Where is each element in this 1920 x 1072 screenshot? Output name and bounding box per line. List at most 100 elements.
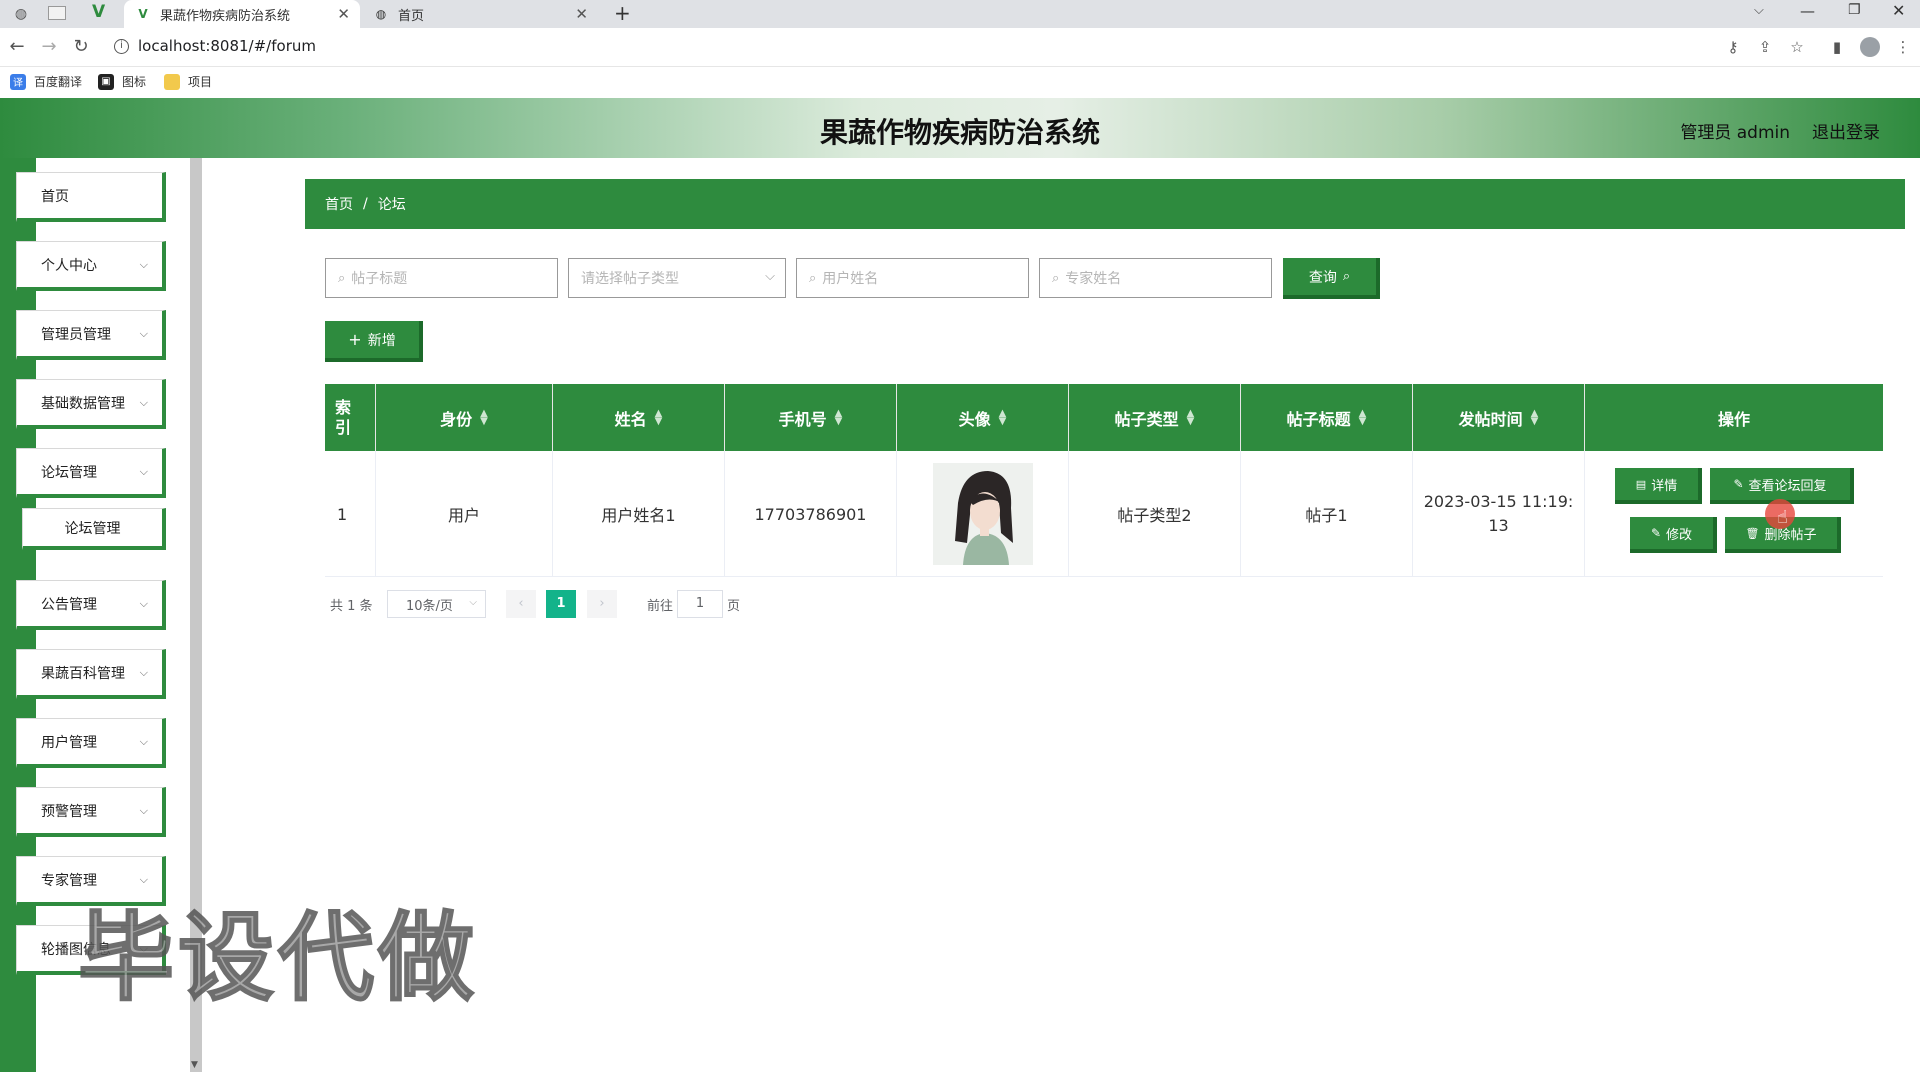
window-icon[interactable] <box>48 6 66 20</box>
header-type[interactable]: 帖子类型 ▲ ▼ <box>1069 384 1241 451</box>
chevron-down-icon: ⌵ <box>139 327 148 340</box>
restore-icon[interactable]: ❐ <box>1848 2 1861 18</box>
breadcrumb-current: 论坛 <box>377 197 406 213</box>
add-button[interactable]: + 新增 <box>325 321 423 362</box>
goto-suffix: 页 <box>727 599 741 614</box>
table-header: 索引 身份 ▲ ▼ 姓名 ▲ ▼ 手机号 ▲ ▼ 头像 ▲ ▼ 帖子类型 ▲ ▼ 帖子标题 ▲ ▼ 发帖… <box>325 384 1883 451</box>
sidebar-item-encyclopedia[interactable]: 果蔬百科管理 ⌵ <box>16 649 166 699</box>
sidebar-item-forum[interactable]: 论坛管理 ⌵ <box>16 448 166 498</box>
chevron-down-icon: ⌵ <box>139 804 148 817</box>
sidebar-item-basedata[interactable]: 基础数据管理 ⌵ <box>16 379 166 429</box>
sidebar-item-notice[interactable]: 公告管理 ⌵ <box>16 580 166 630</box>
sidebar-item-warnings[interactable]: 预警管理 ⌵ <box>16 787 166 837</box>
header-label: 操作 <box>1717 409 1750 429</box>
back-icon[interactable]: ← <box>6 36 28 58</box>
sort-icon[interactable]: ▲ ▼ <box>835 408 843 426</box>
expert-name-input[interactable]: ⌕ 专家姓名 <box>1039 258 1272 298</box>
sort-icon[interactable]: ▲ ▼ <box>999 408 1007 426</box>
header-label: 姓名 <box>614 409 647 429</box>
url-field[interactable]: localhost:8081/#/forum <box>138 37 316 55</box>
bookmark-label: 图标 <box>122 75 147 89</box>
globe-icon[interactable]: ◍ <box>10 3 32 25</box>
header-phone[interactable]: 手机号 ▲ ▼ <box>725 384 897 451</box>
query-button[interactable]: 查询 ⌕ <box>1283 258 1380 299</box>
goto-page-input[interactable]: 1 <box>677 590 723 618</box>
edit-button[interactable]: ✎ 修改 <box>1630 517 1717 553</box>
post-type-select[interactable]: 请选择帖子类型 ⌵ <box>568 258 786 298</box>
sidebar-item-users[interactable]: 用户管理 ⌵ <box>16 718 166 768</box>
sidebar-item-label: 管理员管理 <box>41 326 111 343</box>
info-icon[interactable]: i <box>114 39 129 54</box>
avatar[interactable] <box>932 463 1033 565</box>
minimize-icon[interactable]: — <box>1800 2 1815 20</box>
reload-icon[interactable]: ↻ <box>70 36 92 58</box>
sidebar-item-admins[interactable]: 管理员管理 ⌵ <box>16 310 166 360</box>
header-time[interactable]: 发帖时间 ▲ ▼ <box>1413 384 1585 451</box>
sidebar-item-home[interactable]: 首页 <box>16 172 166 222</box>
chevron-down-icon: ⌵ <box>765 269 775 284</box>
address-bar: ← → ↻ i localhost:8081/#/forum ⚷ ⇪ ☆ ▮ ⋮ <box>0 28 1920 67</box>
page-size-label: 10条/页 <box>406 598 453 614</box>
sort-icon[interactable]: ▲ ▼ <box>480 408 488 426</box>
pagination-total: 共 1 条 <box>330 599 373 614</box>
sidebar-item-profile[interactable]: 个人中心 ⌵ <box>16 241 166 291</box>
chevron-down-icon: ⌵ <box>139 735 148 748</box>
profile-icon[interactable] <box>1860 37 1880 57</box>
tab-active[interactable]: V 果蔬作物疾病防治系统 ✕ <box>124 0 360 28</box>
tab-list-icon[interactable]: ⌵ <box>1754 3 1764 18</box>
tab-home[interactable]: ◍ 首页 ✕ <box>362 0 598 28</box>
trash-icon: 🗑 <box>1745 526 1760 540</box>
sort-icon[interactable]: ▲ ▼ <box>1359 408 1367 426</box>
page-number-current[interactable]: 1 <box>546 590 576 618</box>
bookmark-item[interactable]: ▣ 图标 <box>98 73 146 90</box>
bookmark-item[interactable]: 译 百度翻译 <box>10 73 82 90</box>
sort-icon[interactable]: ▲ ▼ <box>655 408 663 426</box>
key-icon[interactable]: ⚷ <box>1722 36 1744 58</box>
vue-icon[interactable]: V <box>92 2 105 22</box>
header-title[interactable]: 帖子标题 ▲ ▼ <box>1241 384 1413 451</box>
detail-button[interactable]: ▤ 详情 <box>1615 468 1702 504</box>
menu-icon[interactable]: ⋮ <box>1892 36 1914 58</box>
sidebar-subitem-forum[interactable]: 论坛管理 <box>22 508 166 550</box>
chevron-down-icon: ⌵ <box>139 258 148 271</box>
folder-icon <box>164 73 180 90</box>
new-tab-icon[interactable]: + <box>614 1 631 25</box>
sort-icon[interactable]: ▲ ▼ <box>1187 408 1195 426</box>
next-page-button[interactable]: › <box>587 590 617 618</box>
header-label: 帖子类型 <box>1114 409 1179 429</box>
breadcrumb-home[interactable]: 首页 <box>325 194 353 214</box>
vue-tab-icon: V <box>138 7 148 21</box>
scroll-down-icon[interactable]: ▼ <box>191 1060 198 1070</box>
page-size-select[interactable]: 10条/页 ⌵ <box>387 590 486 618</box>
header-label: 头像 <box>958 409 991 429</box>
forward-icon[interactable]: → <box>38 36 60 58</box>
header-label: 帖子标题 <box>1286 409 1351 429</box>
header-name[interactable]: 姓名 ▲ ▼ <box>553 384 725 451</box>
edit-icon: ✎ <box>1733 477 1744 491</box>
sidepanel-icon[interactable]: ▮ <box>1826 36 1848 58</box>
view-reply-label: 查看论坛回复 <box>1748 478 1827 494</box>
search-icon: ⌕ <box>809 270 817 286</box>
close-window-icon[interactable]: ✕ <box>1892 1 1905 20</box>
globe-tab-icon: ◍ <box>375 7 387 21</box>
star-icon[interactable]: ☆ <box>1786 36 1808 58</box>
user-name-input[interactable]: ⌕ 用户姓名 <box>796 258 1029 298</box>
search-icon: ⌕ <box>1052 270 1060 286</box>
cell-actions: ▤ 详情 ✎ 查看论坛回复 ✎ 修改 🗑 删除帖子 ☝ <box>1585 451 1883 577</box>
bookmark-item[interactable]: 项目 <box>164 73 212 90</box>
sidebar-item-label: 首页 <box>41 188 69 205</box>
placeholder-text: 请选择帖子类型 <box>581 271 679 287</box>
cell-phone: 17703786901 <box>725 451 897 577</box>
header-label: 发帖时间 <box>1458 409 1523 429</box>
sort-icon[interactable]: ▲ ▼ <box>1531 408 1539 426</box>
logout-button[interactable]: 退出登录 <box>1812 118 1880 143</box>
close-tab-icon[interactable]: ✕ <box>575 5 588 23</box>
header-identity[interactable]: 身份 ▲ ▼ <box>376 384 553 451</box>
post-title-input[interactable]: ⌕ 帖子标题 <box>325 258 558 298</box>
app-title: 果蔬作物疾病防治系统 <box>819 116 1100 149</box>
share-icon[interactable]: ⇪ <box>1754 36 1776 58</box>
prev-page-button[interactable]: ‹ <box>506 590 536 618</box>
add-label: 新增 <box>367 332 396 349</box>
close-tab-icon[interactable]: ✕ <box>337 5 350 23</box>
header-avatar[interactable]: 头像 ▲ ▼ <box>897 384 1069 451</box>
